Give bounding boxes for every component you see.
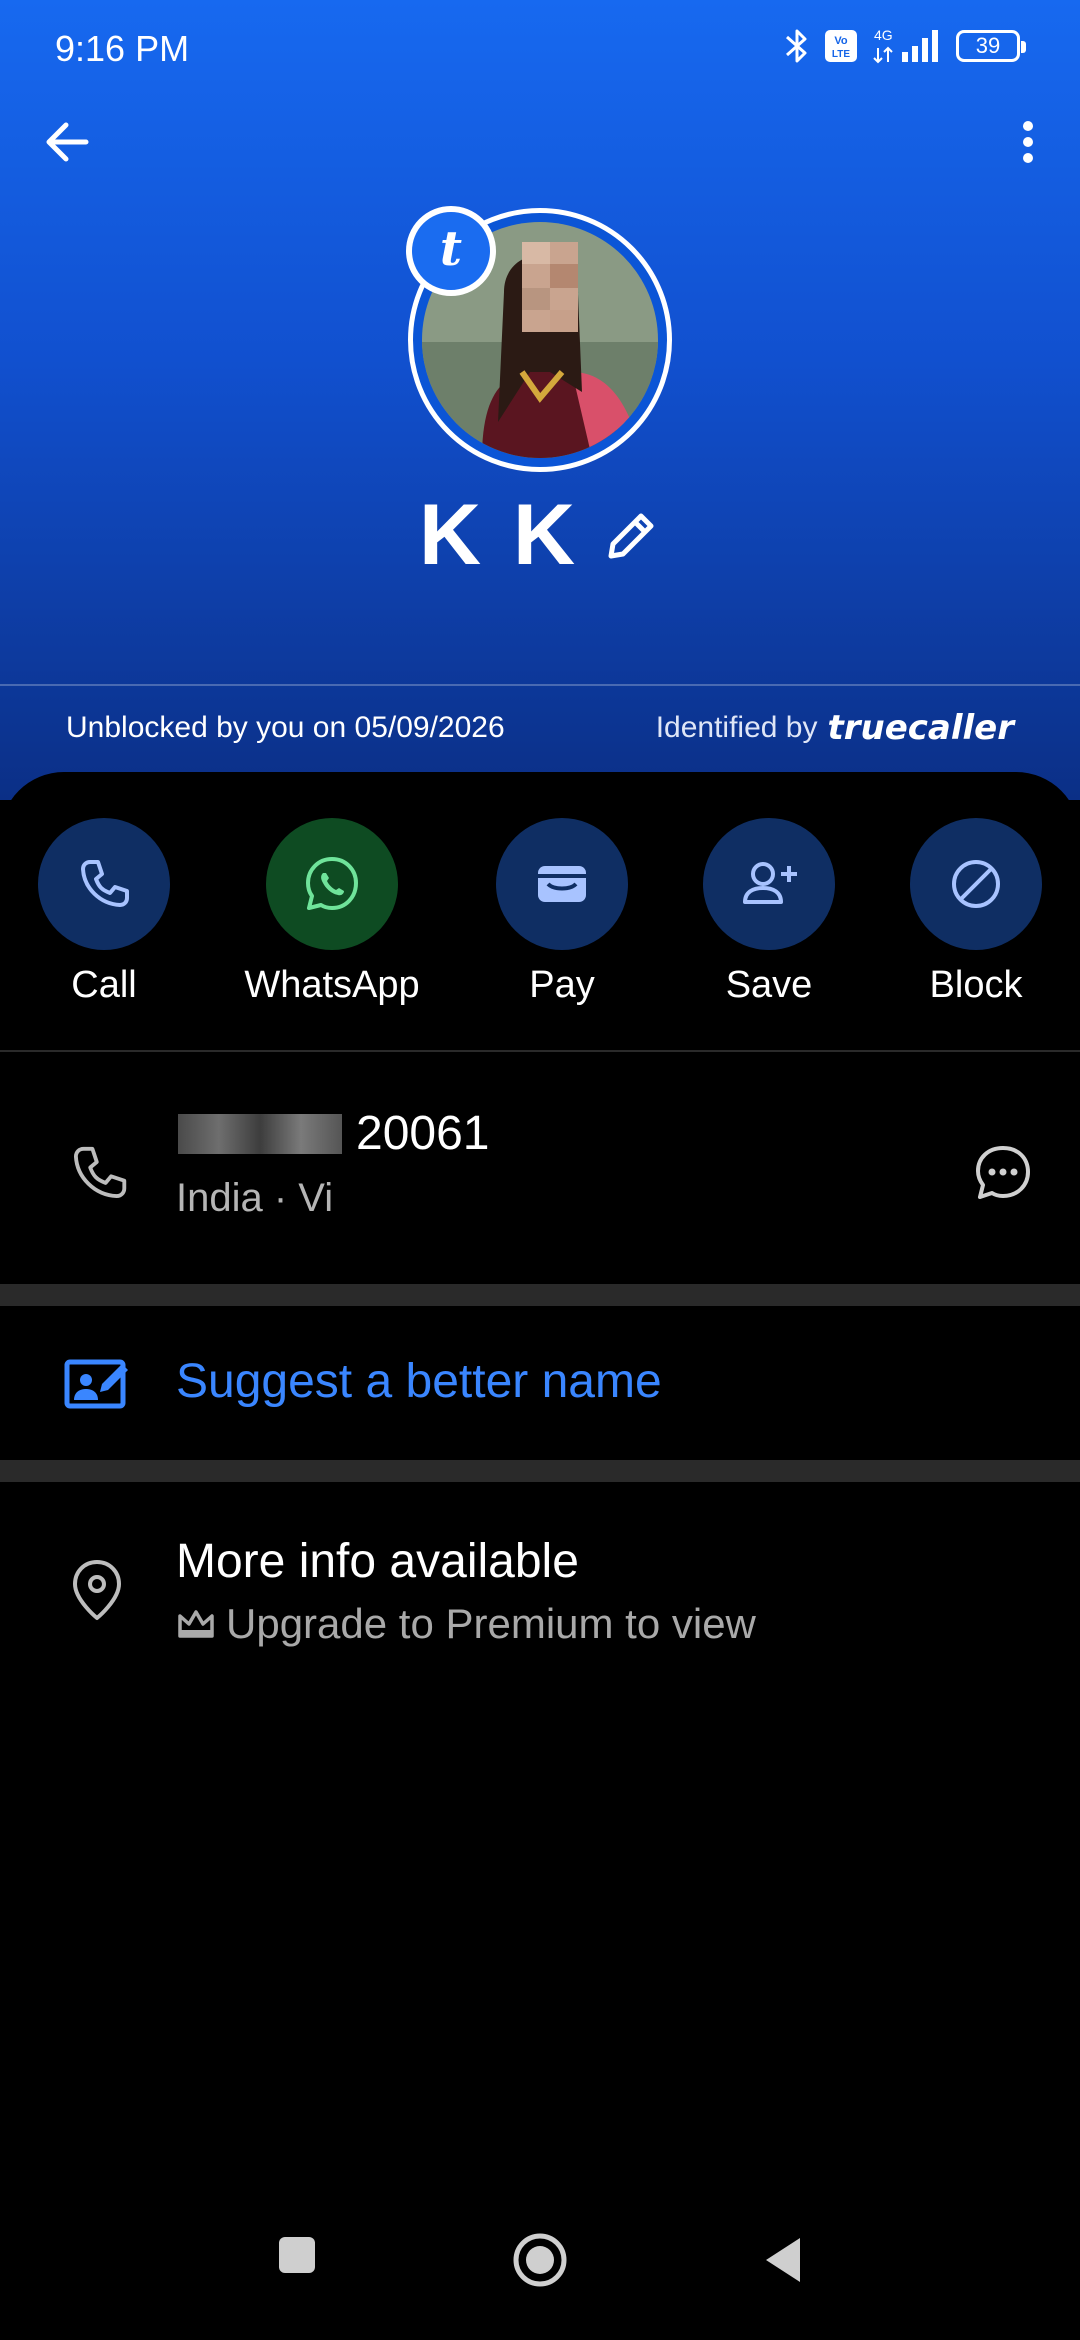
call-label: Call [71, 964, 137, 1006]
home-icon[interactable] [510, 2230, 570, 2290]
truecaller-logo: truecaller [827, 708, 1014, 748]
svg-text:Vo: Vo [834, 35, 848, 47]
contact-name: K K [418, 487, 580, 583]
phone-carrier: India · Vi [176, 1176, 334, 1220]
suggest-name-link[interactable]: Suggest a better name [176, 1354, 662, 1409]
header-divider [0, 684, 1080, 686]
pay-button[interactable]: Pay [462, 818, 662, 1007]
unblocked-text: Unblocked by you on 05/09/2026 [66, 711, 505, 744]
bluetooth-icon [786, 29, 807, 63]
premium-upgrade-text: Upgrade to Premium to view [176, 1600, 756, 1648]
location-pin-icon [73, 1560, 121, 1620]
status-time: 9:16 PM [55, 28, 190, 69]
whatsapp-button[interactable]: WhatsApp [232, 818, 432, 1007]
battery-icon: 39 [956, 30, 1026, 62]
more-options-icon[interactable] [992, 110, 1056, 174]
recents-icon[interactable] [272, 2230, 322, 2280]
phone-number-row[interactable]: 20061 India · Vi [0, 1080, 1080, 1280]
identified-label: Identified by [655, 711, 818, 744]
identified-by: Identified by truecaller [656, 708, 1014, 748]
status-bar: 9:16 PM Vo LTE 4G 39 [0, 0, 1080, 96]
wallet-icon [538, 866, 586, 902]
add-contact-icon [743, 862, 797, 904]
message-icon[interactable] [970, 1140, 1036, 1206]
volte-icon: Vo LTE [825, 30, 857, 62]
phone-icon [81, 860, 129, 907]
phone-number: 20061 [356, 1107, 490, 1160]
call-button[interactable]: Call [4, 818, 204, 1007]
pay-label: Pay [529, 964, 595, 1006]
phone-number-redacted [178, 1114, 342, 1154]
battery-level: 39 [975, 33, 1001, 58]
actions-divider [0, 1050, 1080, 1052]
section-separator [0, 1284, 1080, 1306]
block-icon [952, 860, 1000, 908]
save-label: Save [725, 964, 813, 1006]
contact-name-row: K K [0, 486, 1080, 585]
avatar[interactable]: t [406, 206, 672, 472]
svg-text:LTE: LTE [832, 49, 850, 60]
whatsapp-icon [306, 857, 358, 910]
back-nav-icon[interactable] [758, 2230, 808, 2290]
svg-text:4G: 4G [874, 27, 893, 43]
block-button[interactable]: Block [876, 818, 1076, 1007]
block-label: Block [929, 964, 1023, 1006]
more-info-row[interactable]: More info available Upgrade to Premium t… [0, 1530, 1080, 1690]
save-button[interactable]: Save [669, 818, 869, 1007]
phone-icon [73, 1146, 127, 1199]
signal-icon: 4G [873, 27, 938, 64]
more-info-title: More info available [176, 1535, 579, 1588]
premium-upgrade-label: Upgrade to Premium to view [226, 1600, 756, 1647]
section-separator [0, 1460, 1080, 1482]
crown-icon [178, 1610, 214, 1638]
system-nav-bar [0, 2210, 1080, 2340]
action-bar: Call WhatsApp Pay Save Block [0, 818, 1080, 1018]
banner-info: Unblocked by you on 05/09/2026 Identifie… [66, 708, 1014, 748]
suggest-name-icon [64, 1359, 128, 1409]
back-arrow-icon[interactable] [36, 110, 100, 174]
truecaller-badge-icon: t [406, 206, 496, 296]
suggest-name-row[interactable]: Suggest a better name [0, 1310, 1080, 1456]
whatsapp-label: WhatsApp [244, 964, 420, 1006]
edit-pencil-icon[interactable] [601, 506, 661, 566]
